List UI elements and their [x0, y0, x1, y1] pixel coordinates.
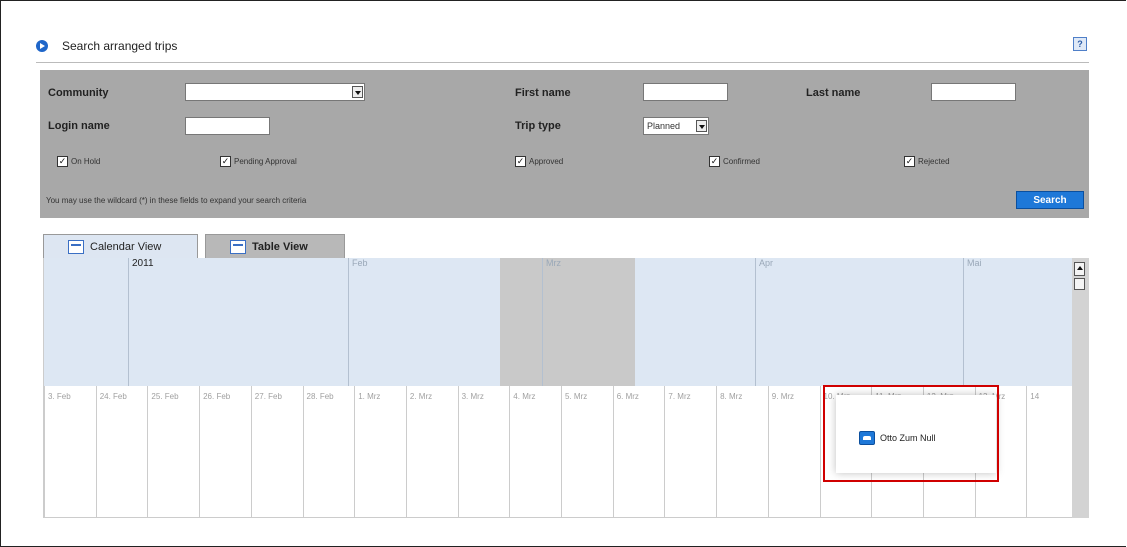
tab-label: Calendar View: [90, 240, 162, 253]
login-name-label: Login name: [48, 120, 110, 132]
checkbox-icon[interactable]: ✓: [220, 156, 231, 167]
help-icon[interactable]: ?: [1073, 37, 1087, 51]
month-apr: Apr: [755, 258, 963, 386]
status-on-hold-checkbox[interactable]: ✓ On Hold: [57, 156, 100, 167]
checkbox-icon[interactable]: ✓: [57, 156, 68, 167]
scroll-thumb[interactable]: [1074, 278, 1085, 290]
checkbox-icon[interactable]: ✓: [904, 156, 915, 167]
status-label: On Hold: [71, 157, 101, 166]
trip-type-label: Trip type: [515, 120, 561, 132]
checkbox-icon[interactable]: ✓: [515, 156, 526, 167]
month-mai: Mai: [963, 258, 1076, 386]
page-header: Search arranged trips: [36, 36, 177, 56]
year-label: 2011: [128, 258, 348, 386]
trip-entry[interactable]: Otto Zum Null: [859, 431, 936, 445]
status-confirmed-checkbox[interactable]: ✓ Confirmed: [709, 156, 760, 167]
car-icon: [859, 431, 875, 445]
day-column: 5. Mrz: [561, 386, 613, 517]
first-name-input[interactable]: [643, 83, 728, 101]
chevron-down-icon[interactable]: [696, 120, 707, 132]
vertical-scrollbar[interactable]: [1072, 258, 1089, 518]
day-column: 4. Mrz: [509, 386, 561, 517]
page-title: Search arranged trips: [62, 39, 178, 53]
last-name-input[interactable]: [931, 83, 1016, 101]
status-label: Pending Approval: [234, 157, 297, 166]
tab-label: Table View: [252, 240, 308, 253]
status-label: Confirmed: [723, 157, 760, 166]
table-icon: [230, 239, 246, 254]
day-column: 3. Mrz: [457, 386, 510, 517]
status-approved-checkbox[interactable]: ✓ Approved: [515, 156, 563, 167]
trip-type-select[interactable]: Planned: [643, 117, 709, 135]
scroll-up-icon[interactable]: [1074, 262, 1085, 276]
trip-type-value: Planned: [647, 121, 681, 131]
divider: [36, 62, 1089, 63]
day-column: 9. Mrz: [767, 386, 820, 517]
day-column: 7. Mrz: [664, 386, 716, 517]
tab-calendar-view[interactable]: Calendar View: [43, 234, 198, 258]
tab-table-view[interactable]: Table View: [205, 234, 345, 258]
day-column: 14: [1026, 386, 1076, 517]
checkbox-icon[interactable]: ✓: [709, 156, 720, 167]
day-column: 2. Mrz: [405, 386, 458, 517]
trip-label: Otto Zum Null: [880, 433, 936, 443]
expand-icon[interactable]: [36, 40, 48, 52]
status-label: Rejected: [918, 157, 950, 166]
status-pending-approval-checkbox[interactable]: ✓ Pending Approval: [220, 156, 297, 167]
month-feb: Feb: [348, 258, 542, 386]
login-name-input[interactable]: [185, 117, 270, 135]
status-rejected-checkbox[interactable]: ✓ Rejected: [904, 156, 950, 167]
search-button[interactable]: Search: [1016, 191, 1084, 209]
month-mrz: Mrz: [542, 258, 755, 386]
wildcard-hint: You may use the wildcard (*) in these fi…: [46, 196, 307, 205]
day-column: 6. Mrz: [612, 386, 665, 517]
last-name-label: Last name: [806, 87, 861, 99]
community-label: Community: [48, 87, 109, 99]
status-label: Approved: [529, 157, 564, 166]
day-column: 8. Mrz: [716, 386, 768, 517]
community-select[interactable]: [185, 83, 365, 101]
chevron-down-icon[interactable]: [352, 86, 363, 98]
ghost-toolbar: [0, 463, 380, 547]
first-name-label: First name: [515, 87, 571, 99]
calendar-icon: [68, 239, 84, 254]
